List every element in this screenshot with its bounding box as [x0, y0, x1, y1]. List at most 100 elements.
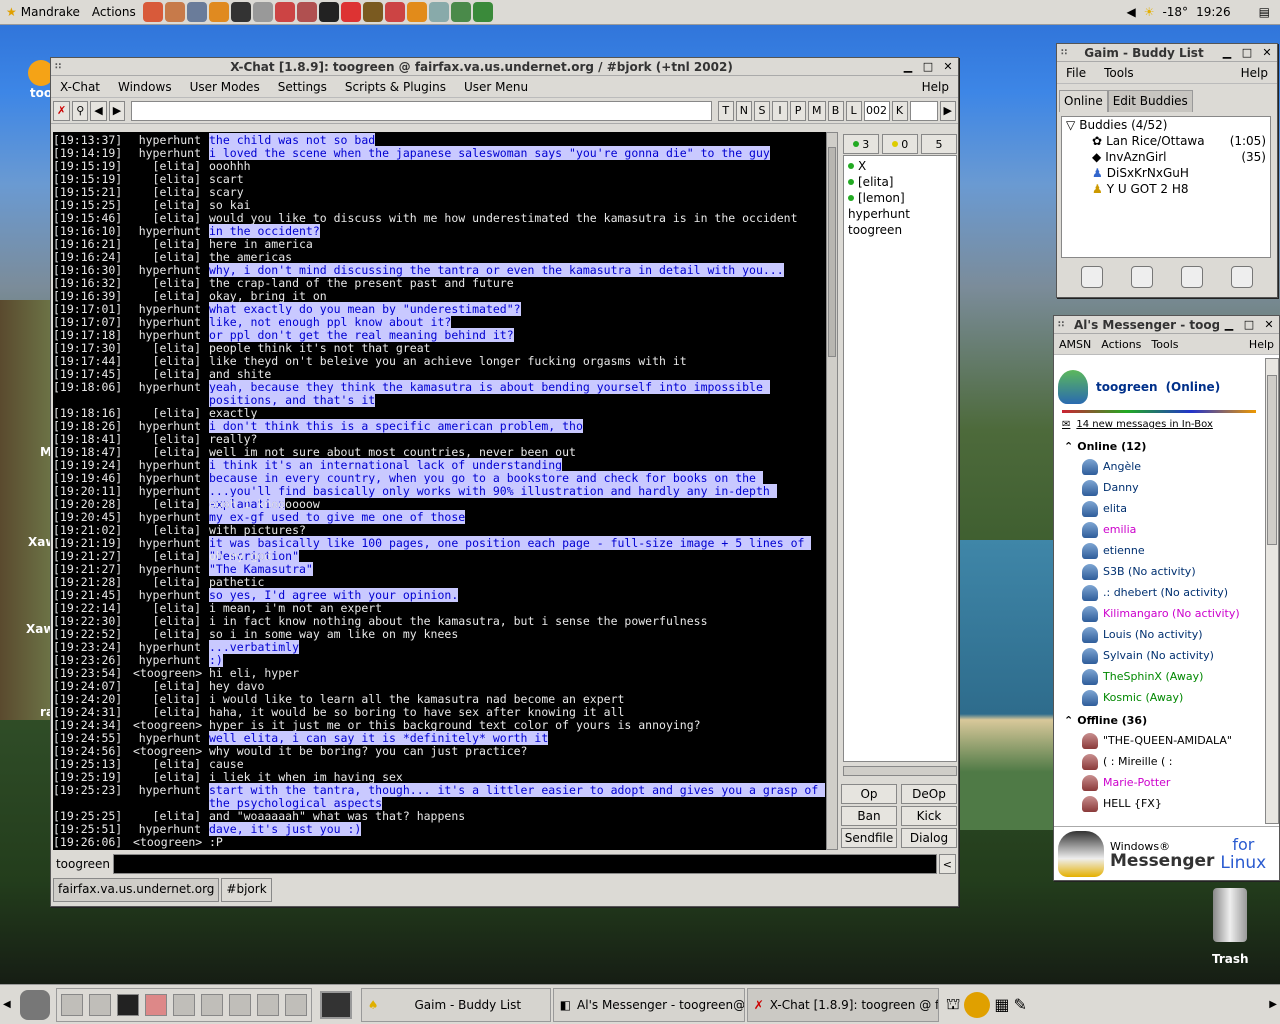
deop-button[interactable]: DeOp — [901, 784, 957, 804]
amsn-scrollbar[interactable] — [1265, 358, 1279, 824]
workspace-8[interactable] — [256, 993, 279, 1016]
buddy-group[interactable]: ▽ Buddies (4/52) — [1062, 117, 1270, 133]
launcher-opera-icon[interactable] — [340, 2, 361, 22]
mode-s-button[interactable]: S — [754, 100, 771, 121]
chat-nick[interactable]: hyperhunt — [133, 784, 209, 810]
launcher-speaker-icon[interactable] — [252, 2, 273, 22]
launcher-jet-icon[interactable] — [384, 2, 405, 22]
menu-user-modes[interactable]: User Modes — [181, 80, 269, 94]
menu-user-menu[interactable]: User Menu — [455, 80, 537, 94]
menu-help[interactable]: Help — [1232, 66, 1277, 80]
user-item[interactable]: hyperhunt — [848, 206, 952, 222]
menu-actions[interactable]: Actions — [1096, 338, 1146, 351]
tray-edit-icon[interactable]: ✎ — [1014, 995, 1027, 1014]
window-list-icon[interactable]: ▤ — [1259, 5, 1270, 19]
offline-contact[interactable]: Marie-Potter — [1054, 772, 1264, 793]
offline-contact[interactable]: ( : Mireille ( : — [1054, 751, 1264, 772]
user-item[interactable]: [lemon] — [848, 190, 952, 206]
online-contact[interactable]: emilia — [1054, 519, 1264, 540]
launcher-terminal-icon[interactable] — [230, 2, 251, 22]
online-contact[interactable]: Danny — [1054, 477, 1264, 498]
chat-icon[interactable] — [1181, 266, 1203, 288]
chat-nick[interactable]: <toogreen> — [133, 836, 209, 849]
limit-field[interactable]: 002 — [863, 100, 890, 121]
buddy-row[interactable]: ♟ DiSxKrNxGuH — [1062, 165, 1270, 181]
workspace-switcher[interactable] — [55, 987, 312, 1022]
close-icon[interactable]: ✕ — [1261, 318, 1277, 332]
workspace-7[interactable] — [228, 993, 251, 1016]
foot-menu-icon[interactable] — [19, 989, 50, 1020]
nick-button[interactable]: toogreen — [53, 857, 113, 871]
mode-b-button[interactable]: B — [827, 100, 844, 121]
launcher-help-icon[interactable] — [142, 2, 163, 22]
workspace-1[interactable] — [60, 993, 83, 1016]
menu-settings[interactable]: Settings — [269, 80, 336, 94]
my-status-header[interactable]: toogreen (Online) — [1054, 358, 1264, 410]
launcher-gimp-icon[interactable] — [428, 2, 449, 22]
menu-xchat[interactable]: X-Chat — [51, 80, 109, 94]
mode-n-button[interactable]: N — [735, 100, 753, 121]
online-contact[interactable]: Angèle — [1054, 456, 1264, 477]
mode-l-button[interactable]: L — [845, 100, 862, 121]
user-item[interactable]: X — [848, 158, 952, 174]
workspace-3[interactable] — [116, 993, 139, 1016]
right-arrow-icon[interactable]: ▶ — [108, 100, 126, 121]
close-icon[interactable]: ✕ — [1259, 46, 1275, 60]
left-arrow-icon[interactable]: ◀ — [90, 100, 107, 121]
close-tab-icon[interactable]: ✗ — [53, 100, 71, 121]
tab-channel[interactable]: #bjork — [221, 878, 272, 902]
menu-help[interactable]: Help — [1244, 338, 1279, 351]
actions-menu-button[interactable]: Actions — [86, 0, 142, 25]
launcher-tools-icon[interactable] — [186, 2, 207, 22]
send-message-icon[interactable] — [1081, 266, 1103, 288]
online-group-header[interactable]: ⌃ Online (12) — [1054, 436, 1264, 456]
maximize-icon[interactable]: □ — [1241, 318, 1257, 332]
chat-scrollbar[interactable] — [826, 132, 838, 850]
menu-help[interactable]: Help — [913, 80, 958, 94]
topic-field[interactable] — [131, 100, 712, 121]
main-menu-button[interactable]: ★ Mandrake — [0, 0, 86, 25]
clock[interactable]: 19:26 — [1196, 5, 1231, 19]
expander-icon[interactable]: ▽ — [1066, 118, 1075, 132]
terminal-launcher-icon[interactable] — [319, 990, 352, 1019]
mode-p-button[interactable]: P — [790, 100, 807, 121]
xchat-titlebar[interactable]: ∷ X-Chat [1.8.9]: toogreen @ fairfax.va.… — [51, 58, 958, 76]
amsn-titlebar[interactable]: ∷ Al's Messenger - toogre ▁ □ ✕ — [1054, 316, 1279, 334]
online-contact[interactable]: S3B (No activity) — [1054, 561, 1264, 582]
msn-banner[interactable]: Windows® Messenger for Linux — [1054, 826, 1279, 880]
user-item[interactable]: toogreen — [848, 222, 952, 238]
sendfile-button[interactable]: Sendfile — [841, 828, 897, 848]
volume-icon[interactable]: ◀ — [1126, 5, 1135, 19]
panel-right-arrow-icon[interactable]: ▶ — [1266, 999, 1280, 1010]
launcher-blender-icon[interactable] — [406, 2, 427, 22]
mode-k-button[interactable]: K — [891, 100, 908, 121]
launcher-media-icon[interactable] — [274, 2, 295, 22]
buddy-row[interactable]: ♟ Y U GOT 2 H8 — [1062, 181, 1270, 197]
menu-windows[interactable]: Windows — [109, 80, 181, 94]
mode-i-button[interactable]: I — [772, 100, 789, 121]
kick-button[interactable]: Kick — [901, 806, 957, 826]
userlist-hscroll[interactable] — [843, 766, 957, 776]
maximize-icon[interactable]: □ — [1239, 46, 1255, 60]
workspace-5[interactable] — [172, 993, 195, 1016]
online-contact[interactable]: Kilimangaro (No activity) — [1054, 603, 1264, 624]
launcher-food-icon[interactable] — [164, 2, 185, 22]
weather-icon[interactable]: ☀ — [1144, 5, 1155, 19]
desktop-icon-trash[interactable]: Trash — [1212, 888, 1249, 966]
maximize-icon[interactable]: □ — [920, 60, 936, 74]
tray-network-icon[interactable]: ⛫ — [946, 994, 961, 1015]
menu-tools[interactable]: Tools — [1095, 66, 1143, 80]
user-item[interactable]: [elita] — [848, 174, 952, 190]
launcher-globe-icon[interactable] — [450, 2, 471, 22]
launcher-xchat-icon[interactable] — [318, 2, 339, 22]
panel-left-arrow-icon[interactable]: ◀ — [0, 999, 14, 1010]
task-gaim[interactable]: ♠ Gaim - Buddy List — [360, 987, 551, 1022]
mode-m-button[interactable]: M — [808, 100, 826, 121]
minimize-icon[interactable]: ▁ — [900, 60, 916, 74]
input-left-arrow-icon[interactable]: < — [938, 854, 956, 874]
online-contact[interactable]: Sylvain (No activity) — [1054, 645, 1264, 666]
inbox-link[interactable]: ✉ 14 new messages in In-Box — [1054, 413, 1264, 436]
tray-clock-icon[interactable] — [964, 991, 991, 1018]
tab-server[interactable]: fairfax.va.us.undernet.org — [53, 878, 220, 902]
launcher-browser-icon[interactable] — [208, 2, 229, 22]
